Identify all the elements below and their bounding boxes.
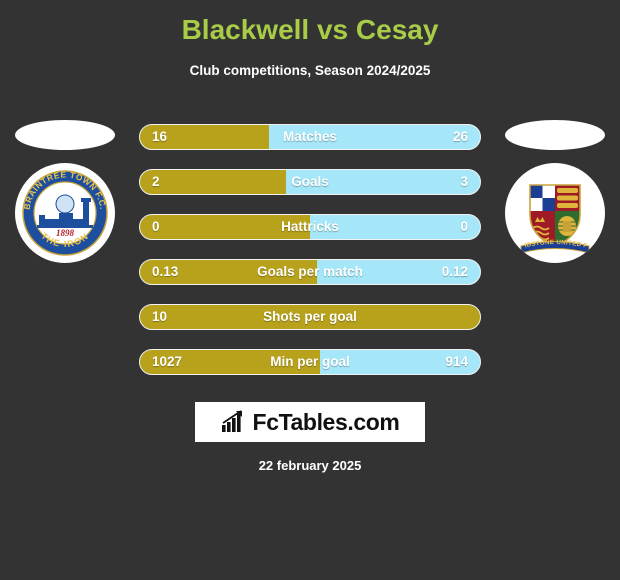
away-value: 3 — [460, 174, 468, 189]
stats-comparison-list: 16 Matches 26 2 Goals 3 0 Hattricks 0 0.… — [139, 124, 481, 394]
date-label: 22 february 2025 — [258, 458, 362, 473]
page-subtitle: Club competitions, Season 2024/2025 — [189, 63, 431, 78]
stat-label: Matches — [282, 129, 338, 144]
stat-row: 0 Hattricks 0 — [139, 214, 481, 240]
stat-row: 2 Goals 3 — [139, 169, 481, 195]
away-badge-backdrop-ellipse — [505, 120, 605, 150]
stat-label: Hattricks — [281, 219, 339, 234]
stat-label: Goals per match — [257, 264, 363, 279]
away-value: 26 — [452, 129, 468, 144]
home-badge-backdrop-ellipse — [15, 120, 115, 150]
svg-text:1898: 1898 — [56, 228, 75, 238]
away-value: 0.12 — [441, 264, 468, 279]
stat-label: Shots per goal — [263, 309, 357, 324]
fctables-logo-text: FcTables.com — [252, 409, 400, 435]
fctables-logo[interactable]: FcTables.com — [195, 402, 425, 442]
maidstone-united-crest-icon: MAIDSTONE UNITED F.C. — [505, 163, 605, 263]
away-club-badge: MAIDSTONE UNITED F.C. — [500, 120, 610, 270]
stat-row: 0.13 Goals per match 0.12 — [139, 259, 481, 285]
stat-row: 1027 Min per goal 914 — [139, 349, 481, 375]
stat-label: Goals — [291, 174, 329, 189]
away-value: 914 — [445, 354, 468, 369]
away-value: 0 — [460, 219, 468, 234]
stat-row: 10 Shots per goal — [139, 304, 481, 330]
bar-chart-arrow-icon — [221, 410, 242, 432]
stat-row: 16 Matches 26 — [139, 124, 481, 150]
braintree-town-fc-crest-icon: 1898 BRAINTREE TOWN F.C. THE IRON — [15, 163, 115, 263]
home-club-badge: 1898 BRAINTREE TOWN F.C. THE IRON — [10, 120, 120, 270]
page-title: Blackwell vs Cesay — [181, 14, 439, 45]
stat-label: Min per goal — [270, 354, 350, 369]
